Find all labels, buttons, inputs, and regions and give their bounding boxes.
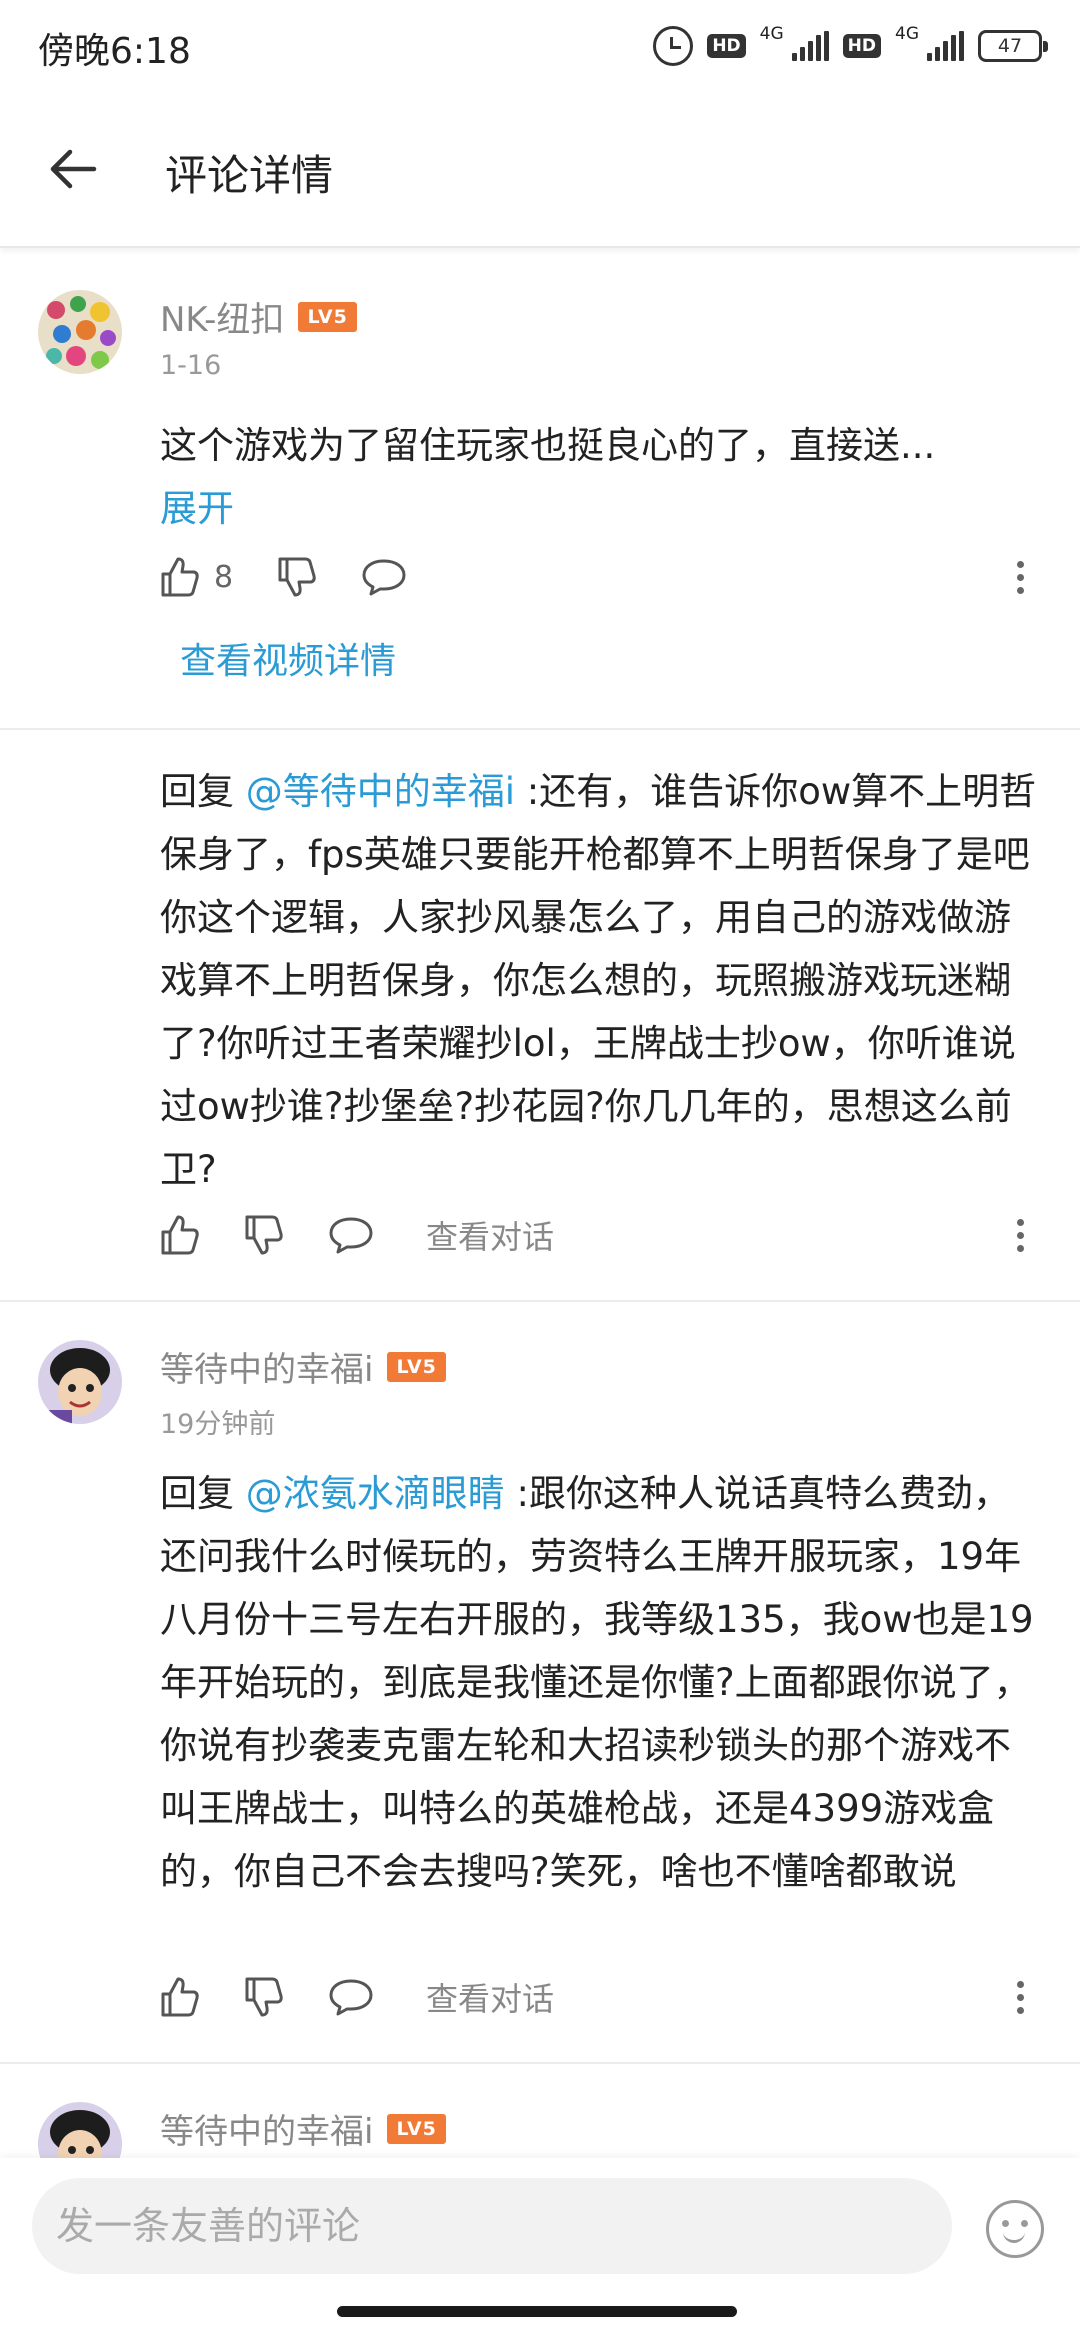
hd-badge: HD [707,34,746,58]
app-header: 评论详情 [0,92,1080,248]
reply-actions: 查看对话 [160,1972,1040,2022]
more-options-button[interactable] [1000,1972,1040,2022]
username[interactable]: NK-纽扣 [160,292,284,341]
dislike-button[interactable] [277,556,317,598]
network-label: 4G [759,24,784,44]
comment-bubble-icon [362,559,406,596]
thumbs-up-icon [161,1215,199,1255]
comment-text: 这个游戏为了留住玩家也挺良心的了，直接送... 展开 [160,414,1045,540]
username-row: NK-纽扣 LV5 [160,292,357,341]
mention-link[interactable]: @浓氨水滴眼睛 [246,1472,505,1515]
view-conversation-link[interactable]: 查看对话 [426,1974,554,2020]
reply-item: 等待中的幸福i LV5 [0,2064,1080,2158]
mention-link[interactable]: @等待中的幸福i [246,770,515,813]
view-video-link[interactable]: 查看视频详情 [180,632,396,684]
thumbs-up-icon [161,1977,199,2017]
reply-text: 回复 @浓氨水滴眼睛 :跟你这种人说话真特么费劲，还问我什么时候玩的，劳资特么王… [160,1462,1045,1903]
like-count: 8 [214,559,234,595]
reply-prefix: 回复 [160,770,246,813]
reply-prefix: 回复 [160,1472,246,1515]
status-time: 傍晚6:18 [38,31,191,72]
reply-body: :跟你这种人说话真特么费劲，还问我什么时候玩的，劳资特么王牌开服玩家，19年八月… [160,1472,1034,1893]
reply-item: 回复 @等待中的幸福i :还有，谁告诉你ow算不上明哲保身了，fps英雄只要能开… [0,730,1080,1298]
username-row: 等待中的幸福i LV5 [160,1342,446,1391]
more-options-button[interactable] [1000,1210,1040,1260]
main-comment: NK-纽扣 LV5 1-16 这个游戏为了留住玩家也挺良心的了，直接送... 展… [0,250,1080,728]
avatar[interactable] [38,1340,122,1424]
username-row: 等待中的幸福i LV5 [160,2104,446,2153]
thumbs-up-icon [161,557,199,597]
level-badge: LV5 [298,301,357,332]
back-button[interactable] [44,144,104,194]
battery-icon: 47 [978,30,1048,62]
reply-text: 回复 @等待中的幸福i :还有，谁告诉你ow算不上明哲保身了，fps英雄只要能开… [160,760,1045,1201]
view-conversation-link[interactable]: 查看对话 [426,1212,554,1258]
avatar-image [38,2102,122,2158]
comment-input[interactable] [32,2178,952,2274]
comment-bubble-icon [329,1217,373,1254]
hd-badge: HD [842,34,881,58]
page-title: 评论详情 [165,151,334,200]
network-label: 4G [895,24,919,44]
emoji-icon[interactable] [986,2200,1044,2258]
username[interactable]: 等待中的幸福i [160,2104,373,2153]
level-badge: LV5 [387,2113,446,2144]
more-options-button[interactable] [1000,552,1040,602]
thumbs-down-icon [245,1977,283,2017]
comment-body: 这个游戏为了留住玩家也挺良心的了，直接送... [160,424,936,467]
status-bar: 傍晚6:18 HD 4G HD 4G 47 [0,0,1080,92]
like-button[interactable]: 8 [160,556,233,598]
username[interactable]: 等待中的幸福i [160,1342,373,1391]
reply-actions: 查看对话 [160,1210,1040,1260]
thumbs-down-icon [245,1215,283,1255]
reply-button[interactable] [361,557,407,597]
arrow-left-icon [50,149,97,189]
status-icons: HD 4G HD 4G 47 [653,22,1048,70]
avatar[interactable] [38,2102,122,2158]
avatar-image [38,1340,122,1424]
reply-body: :还有，谁告诉你ow算不上明哲保身了，fps英雄只要能开枪都算不上明哲保身了是吧… [160,770,1037,1191]
avatar[interactable] [38,290,122,374]
home-indicator[interactable] [337,2306,737,2317]
comment-actions: 8 [160,552,1040,602]
battery-level: 47 [997,35,1023,57]
expand-link[interactable]: 展开 [160,487,234,530]
comment-bubble-icon [329,1979,373,2016]
avatar-image [38,290,122,374]
reply-button[interactable] [328,1215,374,1255]
signal-icon [927,31,964,61]
thumbs-down-icon [278,557,316,597]
reply-button[interactable] [328,1977,374,2017]
dislike-button[interactable] [244,1214,284,1256]
level-badge: LV5 [387,1351,446,1382]
comment-date: 1-16 [160,350,222,381]
like-button[interactable] [160,1976,200,2018]
like-button[interactable] [160,1214,200,1256]
dislike-button[interactable] [244,1976,284,2018]
signal-icon [791,31,829,61]
reply-date: 19分钟前 [160,1409,276,1440]
reply-item: 等待中的幸福i LV5 19分钟前 回复 @浓氨水滴眼睛 :跟你这种人说话真特么… [0,1302,1080,2062]
alarm-icon [653,26,694,66]
